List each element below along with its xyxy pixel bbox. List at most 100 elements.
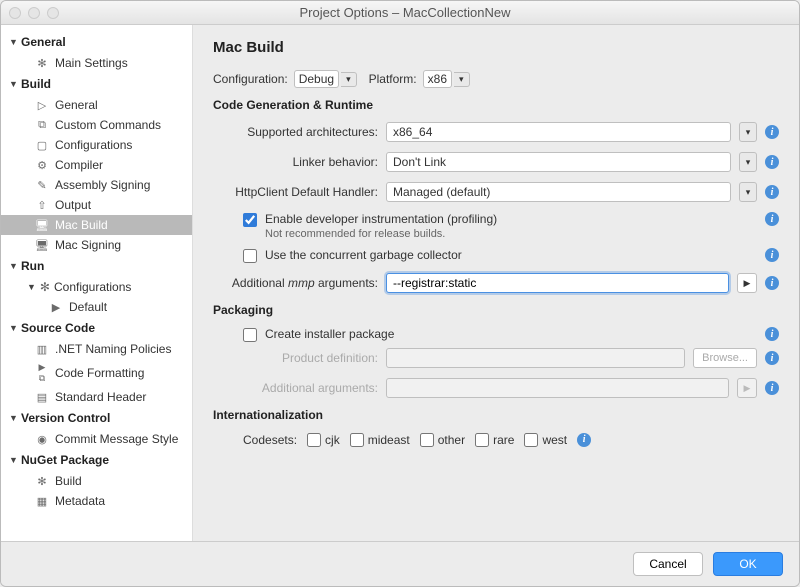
ok-button[interactable]: OK <box>713 552 783 576</box>
profiling-text: Enable developer instrumentation (profil… <box>265 212 497 242</box>
sidebar-section-nuget[interactable]: ▼NuGet Package <box>1 449 192 471</box>
info-icon[interactable] <box>577 433 591 447</box>
info-icon[interactable] <box>765 125 779 139</box>
info-icon[interactable] <box>765 381 779 395</box>
gc-checkbox[interactable] <box>243 249 257 263</box>
window-title: Project Options – MacCollectionNew <box>19 5 791 20</box>
titlebar: Project Options – MacCollectionNew <box>1 1 799 25</box>
arch-select[interactable]: x86_64 <box>386 122 731 142</box>
cancel-button[interactable]: Cancel <box>633 552 703 576</box>
play-icon: ▷ <box>35 99 49 112</box>
info-icon[interactable] <box>765 327 779 341</box>
mideast-checkbox[interactable] <box>350 433 364 447</box>
sidebar-item-assembly-signing[interactable]: ✎Assembly Signing <box>1 175 192 195</box>
info-icon[interactable] <box>765 276 779 290</box>
monitor-icon: 🖥 <box>35 219 49 232</box>
sidebar-item-commit-style[interactable]: ◉Commit Message Style <box>1 429 192 449</box>
chevron-down-icon[interactable]: ▾ <box>739 152 757 172</box>
platform-label: Platform: <box>369 72 417 86</box>
sidebar-item-compiler[interactable]: ⚙Compiler <box>1 155 192 175</box>
compiler-icon: ⚙ <box>35 159 49 172</box>
codeset-west[interactable]: west <box>524 432 567 447</box>
chevron-down-icon[interactable]: ▾ <box>341 72 357 87</box>
linker-label: Linker behavior: <box>213 155 378 169</box>
page-icon: ▥ <box>35 343 49 356</box>
arch-label: Supported architectures: <box>213 125 378 139</box>
sidebar-item-mac-signing[interactable]: 🖥Mac Signing <box>1 235 192 255</box>
addargs-input <box>386 378 729 398</box>
gear-icon: ✻ <box>40 280 50 294</box>
disclosure-icon: ▼ <box>9 455 17 465</box>
metadata-icon: ▦ <box>35 495 49 508</box>
chevron-down-icon[interactable]: ▾ <box>454 72 470 87</box>
monitor-icon: 🖥 <box>35 239 49 252</box>
mmp-input[interactable] <box>386 273 729 293</box>
installer-checkbox[interactable] <box>243 328 257 342</box>
codesets-row: Codesets: cjk mideast other rare west <box>243 432 779 447</box>
sidebar-item-nuget-metadata[interactable]: ▦Metadata <box>1 491 192 511</box>
sidebar-item-default[interactable]: ▶Default <box>1 297 192 317</box>
sidebar-item-build-general[interactable]: ▷General <box>1 95 192 115</box>
installer-label: Create installer package <box>265 327 394 342</box>
info-icon[interactable] <box>765 155 779 169</box>
sidebar-item-output[interactable]: ⇧Output <box>1 195 192 215</box>
sidebar-item-configurations[interactable]: ▢Configurations <box>1 135 192 155</box>
config-platform-row: Configuration: Debug▾ Platform: x86▾ <box>213 70 779 88</box>
codeset-mideast[interactable]: mideast <box>350 432 410 447</box>
header-icon: ▤ <box>35 391 49 404</box>
cjk-checkbox[interactable] <box>307 433 321 447</box>
sidebar-item-custom-commands[interactable]: ⧉Custom Commands <box>1 115 192 135</box>
sidebar-item-nuget-build[interactable]: ✻Build <box>1 471 192 491</box>
linker-select[interactable]: Don't Link <box>386 152 731 172</box>
codeset-rare[interactable]: rare <box>475 432 514 447</box>
chevron-down-icon[interactable]: ▾ <box>739 182 757 202</box>
configuration-label: Configuration: <box>213 72 288 86</box>
info-icon[interactable] <box>765 351 779 365</box>
sidebar-item-naming-policies[interactable]: ▥.NET Naming Policies <box>1 339 192 359</box>
disclosure-icon: ▼ <box>9 79 17 89</box>
main-panel: Mac Build Configuration: Debug▾ Platform… <box>193 25 799 541</box>
project-options-window: Project Options – MacCollectionNew ▼Gene… <box>0 0 800 587</box>
disclosure-icon: ▼ <box>9 261 17 271</box>
profiling-checkbox[interactable] <box>243 213 257 227</box>
section-codegen: Code Generation & Runtime <box>213 98 779 112</box>
sidebar-sub-configurations[interactable]: ▼✻Configurations <box>1 277 192 297</box>
other-checkbox[interactable] <box>420 433 434 447</box>
page-title: Mac Build <box>213 39 779 56</box>
disclosure-icon: ▼ <box>9 413 17 423</box>
sidebar-item-code-formatting[interactable]: ▶ ⧉Code Formatting <box>1 359 192 387</box>
info-icon[interactable] <box>765 212 779 226</box>
west-checkbox[interactable] <box>524 433 538 447</box>
codeset-other[interactable]: other <box>420 432 465 447</box>
disclosure-icon: ▼ <box>9 37 17 47</box>
info-icon[interactable] <box>765 185 779 199</box>
check-icon: ◉ <box>35 433 49 446</box>
sidebar-item-main-settings[interactable]: ✻Main Settings <box>1 53 192 73</box>
box-icon: ▢ <box>35 139 49 152</box>
proddef-label: Product definition: <box>213 351 378 365</box>
rare-checkbox[interactable] <box>475 433 489 447</box>
codeset-cjk[interactable]: cjk <box>307 432 340 447</box>
sidebar-section-version-control[interactable]: ▼Version Control <box>1 407 192 429</box>
sidebar-section-run[interactable]: ▼Run <box>1 255 192 277</box>
format-icon: ▶ ⧉ <box>35 362 49 384</box>
http-select[interactable]: Managed (default) <box>386 182 731 202</box>
browse-button: Browse... <box>693 348 757 368</box>
sidebar-section-source-code[interactable]: ▼Source Code <box>1 317 192 339</box>
platform-select[interactable]: x86 <box>423 70 452 88</box>
play-icon: ▶ <box>49 301 63 314</box>
chevron-down-icon[interactable]: ▾ <box>739 122 757 142</box>
sidebar-item-mac-build[interactable]: 🖥Mac Build <box>1 215 192 235</box>
sidebar-section-build[interactable]: ▼Build <box>1 73 192 95</box>
section-packaging: Packaging <box>213 303 779 317</box>
configuration-select[interactable]: Debug <box>294 70 339 88</box>
play-button[interactable]: ▶ <box>737 273 757 293</box>
sidebar-item-standard-header[interactable]: ▤Standard Header <box>1 387 192 407</box>
signature-icon: ✎ <box>35 179 49 192</box>
dialog-footer: Cancel OK <box>1 541 799 586</box>
disclosure-icon: ▼ <box>27 282 36 292</box>
sidebar-section-general[interactable]: ▼General <box>1 31 192 53</box>
proddef-input <box>386 348 685 368</box>
info-icon[interactable] <box>765 248 779 262</box>
disclosure-icon: ▼ <box>9 323 17 333</box>
